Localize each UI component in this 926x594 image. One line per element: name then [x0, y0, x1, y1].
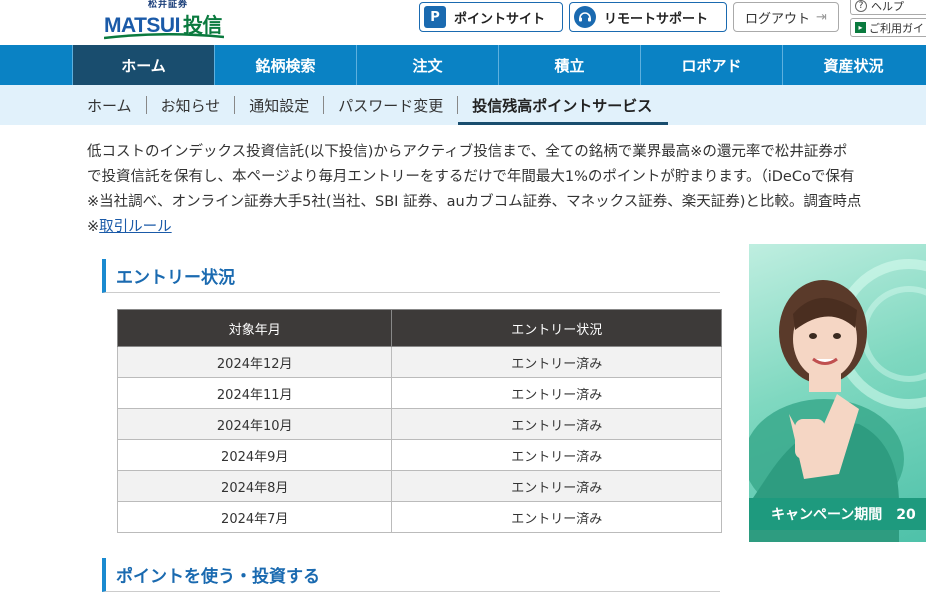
- point-site-label: ポイントサイト: [454, 11, 546, 27]
- table-header-row: 対象年月 エントリー状況: [116, 309, 722, 347]
- guide-button[interactable]: ▸ ご利用ガイド: [850, 18, 926, 37]
- logout-label: ログアウト: [745, 11, 811, 27]
- table-row: 2024年12月 エントリー済み: [116, 346, 722, 378]
- col-target-month: 対象年月: [116, 309, 393, 347]
- row-status: エントリー済み: [391, 346, 722, 378]
- trading-rules-link[interactable]: 取引ルール: [99, 219, 172, 235]
- intro-line-2: で投資信託を保有し、本ページより毎月エントリーをするだけで年間最大1%のポイント…: [87, 169, 855, 185]
- logo-swoosh-icon: [104, 33, 224, 40]
- point-icon: P: [424, 6, 446, 28]
- table-row: 2024年10月 エントリー済み: [116, 408, 722, 440]
- row-status: エントリー済み: [391, 470, 722, 502]
- row-status: エントリー済み: [391, 439, 722, 471]
- subnav-fund-point-service[interactable]: 投信残高ポイントサービス: [458, 85, 669, 125]
- nav-tab-robo-advisor[interactable]: ロボアド: [640, 45, 782, 85]
- row-status: エントリー済み: [391, 408, 722, 440]
- entry-status-heading: エントリー状況: [102, 259, 720, 293]
- nav-tab-accumulation[interactable]: 積立: [498, 45, 640, 85]
- nav-tab-order[interactable]: 注文: [356, 45, 498, 85]
- help-button[interactable]: ? ヘルプ: [850, 0, 926, 15]
- row-month: 2024年8月: [116, 470, 393, 502]
- subnav-home[interactable]: ホーム: [87, 85, 146, 125]
- sub-nav: ホーム お知らせ 通知設定 パスワード変更 投信残高ポイントサービス: [0, 85, 926, 125]
- use-points-heading: ポイントを使う・投資する: [102, 558, 720, 592]
- remote-support-label: リモートサポート: [604, 11, 709, 27]
- logout-icon: ⇥: [816, 9, 827, 25]
- row-month: 2024年12月: [116, 346, 393, 378]
- col-entry-status: エントリー状況: [391, 309, 722, 347]
- subnav-notification-settings[interactable]: 通知設定: [235, 85, 323, 125]
- intro-line-1: 低コストのインデックス投資信託(以下投信)からアクティブ投信まで、全ての銘柄で業…: [87, 144, 848, 160]
- site-header: 松井証券 MATSUI 投信 P ポイントサイト リモートサポート ログアウト ⇥…: [0, 0, 926, 45]
- nav-tab-assets[interactable]: 資産状況: [782, 45, 924, 85]
- row-status: エントリー済み: [391, 377, 722, 409]
- remote-support-button[interactable]: リモートサポート: [569, 2, 727, 32]
- subnav-password-change[interactable]: パスワード変更: [324, 85, 457, 125]
- intro-text: 低コストのインデックス投資信託(以下投信)からアクティブ投信まで、全ての銘柄で業…: [87, 140, 926, 240]
- table-row: 2024年7月 エントリー済み: [116, 501, 722, 533]
- guide-label: ご利用ガイド: [869, 21, 926, 35]
- matsui-logo[interactable]: 松井証券 MATSUI 投信: [104, 0, 234, 42]
- logout-button[interactable]: ログアウト ⇥: [733, 2, 839, 32]
- help-label: ヘルプ: [871, 0, 904, 13]
- point-site-button[interactable]: P ポイントサイト: [419, 2, 563, 32]
- guide-icon: ▸: [855, 22, 866, 33]
- subnav-notices[interactable]: お知らせ: [147, 85, 235, 125]
- table-row: 2024年9月 エントリー済み: [116, 439, 722, 471]
- main-nav: ホーム 銘柄検索 注文 積立 ロボアド 資産状況: [0, 45, 926, 85]
- row-month: 2024年7月: [116, 501, 393, 533]
- nav-tab-home[interactable]: ホーム: [72, 45, 214, 85]
- row-month: 2024年9月: [116, 439, 393, 471]
- entry-status-table: 対象年月 エントリー状況 2024年12月 エントリー済み 2024年11月 エント…: [116, 309, 722, 533]
- headset-icon: [574, 6, 596, 28]
- row-status: エントリー済み: [391, 501, 722, 533]
- nav-tab-fund-search[interactable]: 銘柄検索: [214, 45, 356, 85]
- table-row: 2024年8月 エントリー済み: [116, 470, 722, 502]
- table-row: 2024年11月 エントリー済み: [116, 377, 722, 409]
- campaign-period-label: キャンペーン期間 20: [749, 498, 926, 530]
- intro-line-3: ※当社調べ、オンライン証券大手5社(当社、SBI 証券、auカブコム証券、マネッ…: [87, 194, 862, 210]
- row-month: 2024年11月: [116, 377, 393, 409]
- row-month: 2024年10月: [116, 408, 393, 440]
- campaign-banner[interactable]: キャンペーン期間 20: [749, 244, 926, 542]
- question-icon: ?: [855, 0, 867, 12]
- trading-rules: ※取引ルール: [87, 219, 172, 235]
